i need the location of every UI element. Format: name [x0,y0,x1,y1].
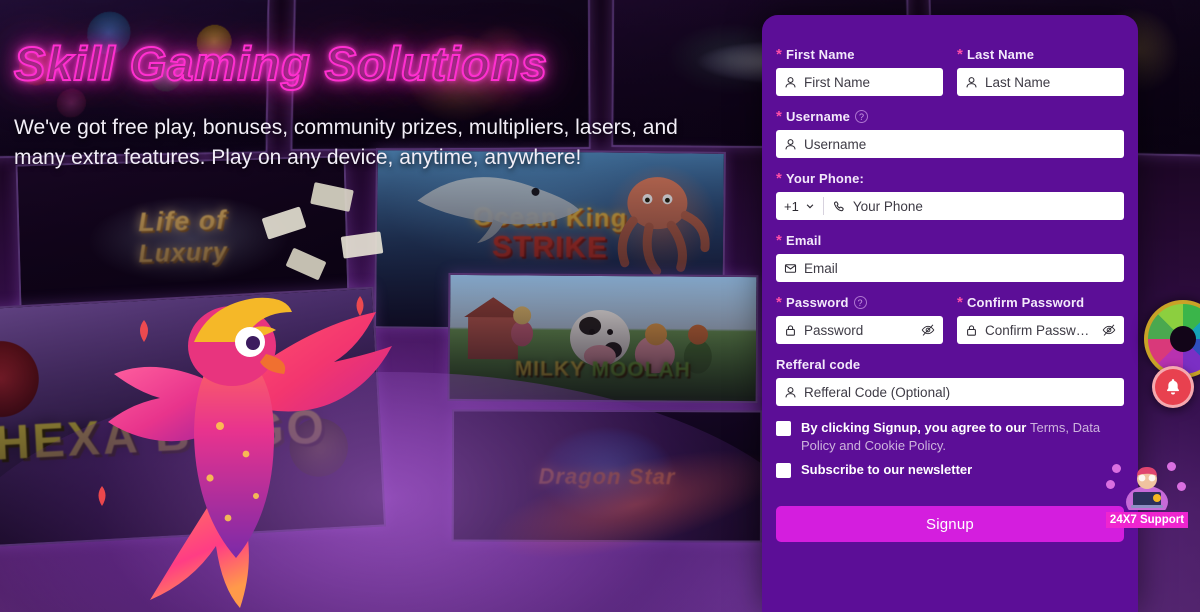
field-phone: * Your Phone: +1 Your Phone [776,171,1124,220]
confirm-password-label: * Confirm Password [957,294,1085,311]
terms-text: By clicking Signup, you agree to our Ter… [801,419,1124,456]
terms-intro: By clicking Signup, you agree to our [801,420,1027,435]
tile-ocean-king-line1: Ocean King [472,201,628,233]
country-code-value: +1 [784,198,799,214]
last-name-input[interactable]: Last Name [957,68,1124,96]
referral-code-label: Refferal code [776,357,861,372]
required-marker: * [957,46,963,63]
mail-icon [784,262,797,275]
newsletter-label: Subscribe to our newsletter [801,461,973,477]
required-marker: * [776,232,782,249]
field-password: * Password ? Password [776,295,943,344]
octopus-illustration [617,177,710,276]
last-name-label: * Last Name [957,46,1035,63]
lock-icon [784,324,797,337]
terms-agreement-row: By clicking Signup, you agree to our Ter… [776,419,1124,456]
required-marker: * [776,46,782,63]
tile-life-of-luxury-line1: Life of [137,204,227,238]
user-icon [965,76,978,89]
support-label: 24X7 Support [1105,512,1189,528]
field-referral-code: Refferal code Refferal Code (Optional) [776,357,1124,406]
confirm-password-placeholder: Confirm Password [985,322,1095,338]
signup-page: Life of Luxury Ocean King STRIKE MILKY M… [0,0,1200,612]
username-input[interactable]: Username [776,130,1124,158]
notification-bell-button[interactable] [1152,366,1194,408]
signup-panel: * First Name First Name * Last Name Last… [762,15,1138,612]
required-marker: * [776,294,782,311]
terms-checkbox[interactable] [776,421,791,436]
tile-milky-line1: MILKY [514,357,585,381]
user-icon [784,76,797,89]
page-title: Skill Gaming Solutions [13,36,548,91]
field-username: * Username ? Username [776,109,1124,158]
password-input[interactable]: Password [776,316,943,344]
first-name-label: * First Name [776,46,855,63]
field-last-name: * Last Name Last Name [957,47,1124,96]
field-email: * Email Email [776,233,1124,282]
confirm-password-input[interactable]: Confirm Password [957,316,1124,344]
referral-code-placeholder: Refferal Code (Optional) [804,384,951,400]
password-label: * Password ? [776,295,943,310]
newsletter-checkbox[interactable] [776,462,791,478]
referral-code-input[interactable]: Refferal Code (Optional) [776,378,1124,406]
tile-ocean-king-line2: STRIKE [491,230,609,265]
required-marker: * [776,170,782,187]
hero-text-block: Skill Gaming Solutions We've got free pl… [0,36,740,173]
field-confirm-password: * Confirm Password Confirm Password [957,295,1124,344]
first-name-input[interactable]: First Name [776,68,943,96]
hero-subtitle: We've got free play, bonuses, community … [14,116,678,169]
support-widget[interactable]: 24X7 Support [1096,462,1198,528]
first-name-placeholder: First Name [804,74,871,90]
help-icon[interactable]: ? [855,110,869,123]
chevron-down-icon [805,199,815,214]
tile-milky-line2: MOOLAH [591,357,691,382]
toggle-confirm-password-visibility-icon[interactable] [1102,323,1116,337]
required-marker: * [957,294,963,311]
signup-button[interactable]: Signup [776,506,1124,543]
toggle-password-visibility-icon[interactable] [921,323,935,337]
password-placeholder: Password [804,322,864,338]
last-name-placeholder: Last Name [985,74,1051,90]
email-label: * Email [776,232,822,249]
help-icon[interactable]: ? [853,296,867,309]
phoenix-character [98,296,392,608]
user-icon [784,138,797,151]
email-input[interactable]: Email [776,254,1124,282]
phone-input[interactable]: +1 Your Phone [776,192,1124,220]
country-code-select[interactable]: +1 [784,197,824,215]
username-label: * Username ? [776,109,1124,124]
email-placeholder: Email [804,260,838,276]
phone-placeholder: Your Phone [852,198,923,214]
required-marker: * [776,108,782,125]
username-placeholder: Username [804,136,867,152]
field-first-name: * First Name First Name [776,47,943,96]
phone-label: * Your Phone: [776,170,864,187]
user-icon [784,386,797,399]
newsletter-row: Subscribe to our newsletter [776,461,1124,479]
bell-icon [1166,379,1180,395]
support-agent-illustration [1104,462,1190,518]
lock-icon [965,324,978,337]
phone-icon [833,200,846,213]
